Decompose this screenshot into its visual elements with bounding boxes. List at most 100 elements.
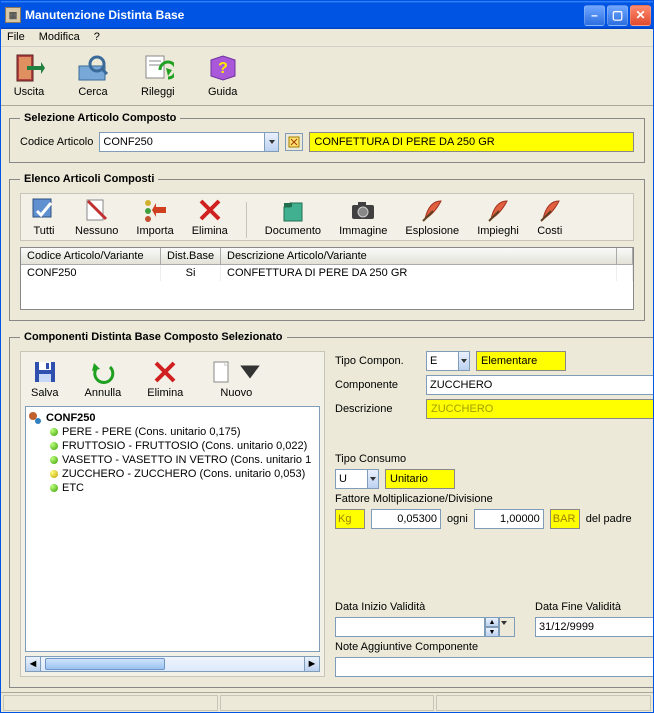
- scroll-thumb[interactable]: [45, 658, 165, 670]
- bullet-icon: [50, 442, 58, 450]
- titlebar: ▦ Manutenzione Distinta Base – ▢ ✕: [1, 1, 653, 29]
- import-icon: [142, 197, 168, 223]
- bullet-icon: [50, 484, 58, 492]
- tree-scrollbar[interactable]: ◄ ►: [25, 656, 320, 672]
- componenti-legend: Componenti Distinta Base Composto Selezi…: [20, 331, 287, 343]
- note-label: Note Aggiuntive Componente: [335, 641, 653, 653]
- descrizione-value: ZUCCHERO: [426, 399, 653, 419]
- nuovo-button[interactable]: Nuovo: [205, 358, 267, 400]
- chevron-down-icon[interactable]: [237, 359, 263, 385]
- reload-icon: [142, 52, 174, 84]
- tipo-consumo-desc: Unitario: [385, 469, 455, 489]
- selezione-legend: Selezione Articolo Composto: [20, 112, 180, 124]
- elimina-button[interactable]: Elimina: [188, 196, 232, 238]
- component-tree[interactable]: CONF250 PERE - PERE (Cons. unitario 0,17…: [25, 406, 320, 652]
- detail-pane: Tipo Compon. Elementare Componente Descr…: [333, 351, 653, 677]
- um2: BAR: [550, 509, 580, 529]
- tree-pane: Salva Annulla Elimina Nuovo CONF250: [20, 351, 325, 677]
- scroll-right-icon[interactable]: ►: [304, 656, 320, 672]
- impieghi-button[interactable]: Impieghi: [473, 196, 523, 238]
- rileggi-button[interactable]: Rileggi: [137, 51, 179, 99]
- menu-help[interactable]: ?: [94, 31, 100, 44]
- codice-articolo-input[interactable]: [100, 135, 263, 149]
- annulla-button[interactable]: Annulla: [81, 358, 126, 400]
- new-icon: [209, 359, 235, 385]
- tree-item[interactable]: FRUTTOSIO - FRUTTOSIO (Cons. unitario 0,…: [28, 439, 317, 453]
- fattore-label: Fattore Moltiplicazione/Divisione: [335, 493, 653, 505]
- menubar: File Modifica ?: [1, 29, 653, 47]
- spin-down-icon[interactable]: ▼: [485, 627, 499, 637]
- documento-button[interactable]: Documento: [261, 196, 325, 238]
- delete-icon: [197, 197, 223, 223]
- data-inizio-label: Data Inizio Validità: [335, 601, 425, 613]
- ogni-label: ogni: [447, 513, 468, 525]
- spin-up-icon[interactable]: ▲: [485, 617, 499, 627]
- bullet-icon: [50, 470, 58, 478]
- bullet-icon: [50, 428, 58, 436]
- immagine-button[interactable]: Immagine: [335, 196, 391, 238]
- undo-icon: [90, 359, 116, 385]
- esplosione-button[interactable]: Esplosione: [401, 196, 463, 238]
- menu-modifica[interactable]: Modifica: [39, 31, 80, 44]
- tree-item[interactable]: ETC: [28, 481, 317, 495]
- chevron-down-icon[interactable]: [499, 617, 515, 637]
- note-input[interactable]: [335, 657, 653, 677]
- table-row[interactable]: CONF250 Si CONFETTURA DI PERE DA 250 GR: [21, 265, 633, 281]
- tree-item[interactable]: VASETTO - VASETTO IN VETRO (Cons. unitar…: [28, 453, 317, 467]
- data-inizio-input[interactable]: [335, 617, 485, 637]
- feather-icon: [419, 197, 445, 223]
- tree-item[interactable]: ZUCCHERO - ZUCCHERO (Cons. unitario 0,05…: [28, 467, 317, 481]
- lookup-button[interactable]: [285, 133, 303, 151]
- componenti-fieldset: Componenti Distinta Base Composto Selezi…: [9, 331, 653, 688]
- um1: Kg: [335, 509, 365, 529]
- tipo-compon-desc: Elementare: [476, 351, 566, 371]
- exit-icon: [13, 52, 45, 84]
- delete-icon: [152, 359, 178, 385]
- menu-file[interactable]: File: [7, 31, 25, 44]
- uscita-button[interactable]: Uscita: [9, 51, 49, 99]
- codice-articolo-combo[interactable]: [99, 132, 279, 152]
- componente-combo[interactable]: [426, 375, 653, 395]
- maximize-button[interactable]: ▢: [607, 5, 628, 26]
- document-icon: [280, 197, 306, 223]
- descrizione-label: Descrizione: [335, 403, 420, 415]
- scroll-left-icon[interactable]: ◄: [25, 656, 41, 672]
- selezione-fieldset: Selezione Articolo Composto Codice Artic…: [9, 112, 645, 163]
- col-codice[interactable]: Codice Articolo/Variante: [21, 248, 161, 264]
- fattore-val1-input[interactable]: [371, 509, 441, 529]
- app-window: ▦ Manutenzione Distinta Base – ▢ ✕ File …: [0, 0, 654, 713]
- fattore-val2-input[interactable]: [474, 509, 544, 529]
- save-icon: [32, 359, 58, 385]
- tipo-consumo-combo[interactable]: [335, 469, 379, 489]
- bullet-icon: [50, 456, 58, 464]
- guida-button[interactable]: ? Guida: [203, 51, 243, 99]
- codice-articolo-label: Codice Articolo: [20, 136, 93, 148]
- close-button[interactable]: ✕: [630, 5, 651, 26]
- chevron-down-icon[interactable]: [264, 133, 279, 151]
- select-none-icon: [84, 197, 110, 223]
- tree-root[interactable]: CONF250: [28, 411, 317, 425]
- minimize-button[interactable]: –: [584, 5, 605, 26]
- salva-button[interactable]: Salva: [27, 358, 63, 400]
- tipo-consumo-label: Tipo Consumo: [335, 453, 653, 465]
- cerca-button[interactable]: Cerca: [73, 51, 113, 99]
- tree-item[interactable]: PERE - PERE (Cons. unitario 0,175): [28, 425, 317, 439]
- col-descrizione[interactable]: Descrizione Articolo/Variante: [221, 248, 617, 264]
- costi-button[interactable]: Costi: [533, 196, 567, 238]
- importa-button[interactable]: Importa: [132, 196, 177, 238]
- data-fine-input[interactable]: [535, 617, 653, 637]
- gears-icon: [28, 411, 42, 425]
- elimina2-button[interactable]: Elimina: [143, 358, 187, 400]
- elenco-toolbar: Tutti Nessuno Importa Elimina Documento …: [20, 193, 634, 241]
- nessuno-button[interactable]: Nessuno: [71, 196, 122, 238]
- elenco-legend: Elenco Articoli Composti: [20, 173, 158, 185]
- select-all-icon: [31, 197, 57, 223]
- delpadre-label: del padre: [586, 513, 632, 525]
- tutti-button[interactable]: Tutti: [27, 196, 61, 238]
- articolo-descrizione: CONFETTURA DI PERE DA 250 GR: [309, 132, 634, 152]
- col-distbase[interactable]: Dist.Base: [161, 248, 221, 264]
- toolbar-main: Uscita Cerca Rileggi ? Guida: [1, 47, 653, 106]
- lookup-icon: [288, 136, 300, 148]
- app-icon: ▦: [5, 7, 21, 23]
- tipo-compon-combo[interactable]: [426, 351, 470, 371]
